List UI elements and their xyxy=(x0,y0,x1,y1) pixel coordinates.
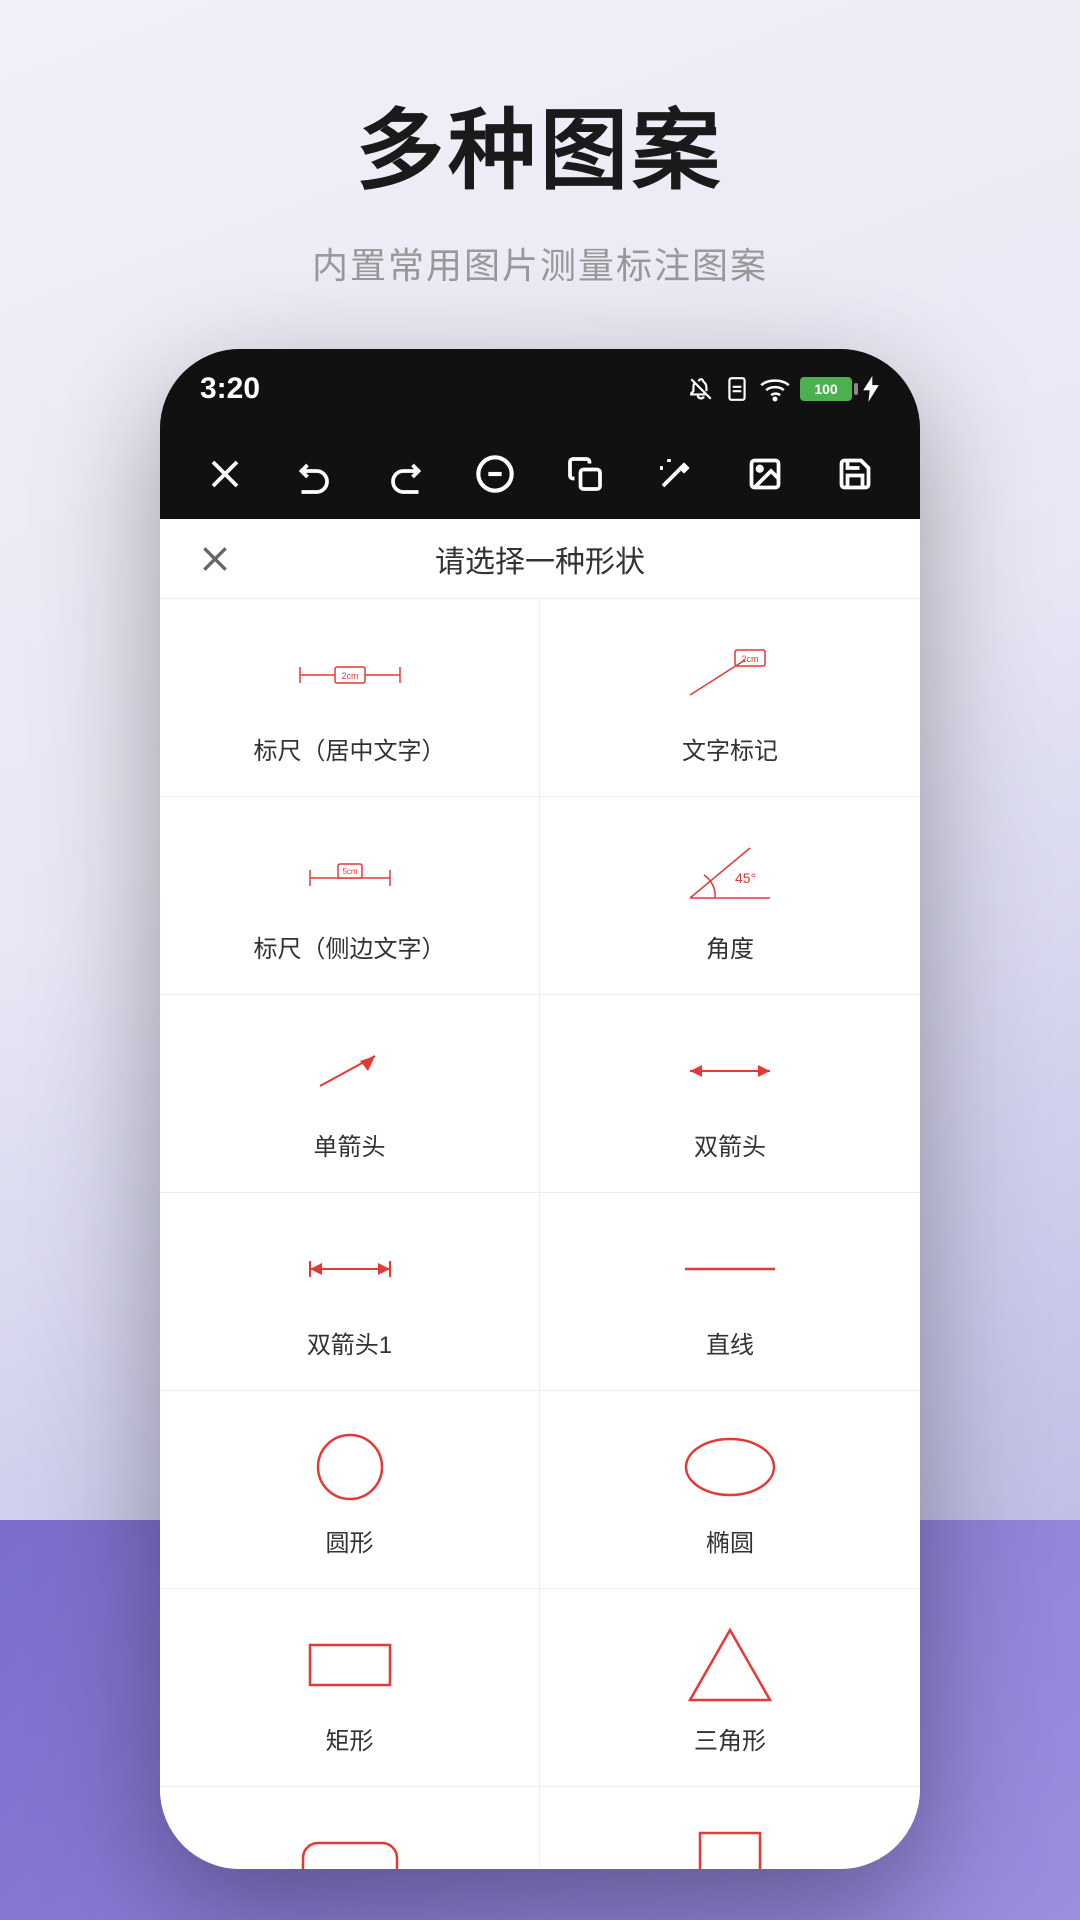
line-icon xyxy=(670,1229,790,1309)
shape-label-line: 直线 xyxy=(706,1325,754,1360)
rectangle-icon xyxy=(300,1625,400,1705)
triangle-icon xyxy=(685,1625,775,1705)
shape-label-ellipse: 椭圆 xyxy=(706,1523,754,1558)
shape-label-double-arrow: 双箭头 xyxy=(694,1127,766,1162)
shape-label-rectangle: 矩形 xyxy=(326,1721,374,1756)
angle-icon: 45° xyxy=(680,833,780,913)
single-arrow-icon xyxy=(300,1031,400,1111)
modal-close-button[interactable] xyxy=(190,534,240,584)
shape-item-triangle[interactable]: 三角形 xyxy=(540,1589,920,1787)
shape-label-ruler-center: 标尺（居中文字） xyxy=(254,731,446,766)
svg-text:45°: 45° xyxy=(735,870,756,886)
square-icon xyxy=(695,1823,765,1869)
modal-header: 请选择一种形状 xyxy=(160,519,920,599)
rounded-rect-icon xyxy=(295,1823,405,1869)
double-arrow-1-icon xyxy=(290,1229,410,1309)
shape-grid: 2cm 标尺（居中文字） 2cm 文字标记 xyxy=(160,599,920,1869)
shape-label-angle: 角度 xyxy=(706,929,754,964)
shape-label-circle: 圆形 xyxy=(326,1523,374,1558)
svg-text:2cm: 2cm xyxy=(341,671,358,681)
battery-icon: 100 xyxy=(800,377,852,401)
redo-icon[interactable] xyxy=(379,448,431,500)
shape-label-double-arrow-1: 双箭头1 xyxy=(307,1325,392,1360)
toolbar xyxy=(160,429,920,519)
page-subtitle: 内置常用图片测量标注图案 xyxy=(312,237,768,289)
shape-item-ruler-center[interactable]: 2cm 标尺（居中文字） xyxy=(160,599,540,797)
shape-item-rounded-rect[interactable]: 圆角矩形 xyxy=(160,1787,540,1869)
page-title-area: 多种图案 内置常用图片测量标注图案 xyxy=(312,80,768,289)
undo-icon[interactable] xyxy=(289,448,341,500)
close-toolbar-icon[interactable] xyxy=(199,448,251,500)
modal-sheet: 请选择一种形状 2cm 标尺（居中文字） xyxy=(160,519,920,1869)
double-arrow-icon xyxy=(670,1031,790,1111)
shape-item-line[interactable]: 直线 xyxy=(540,1193,920,1391)
shape-label-ruler-side: 标尺（侧边文字） xyxy=(254,929,446,964)
shape-label-text-mark: 文字标记 xyxy=(682,731,778,766)
ruler-side-icon: 5cm xyxy=(290,833,410,913)
status-time: 3:20 xyxy=(200,372,260,406)
shape-item-double-arrow[interactable]: 双箭头 xyxy=(540,995,920,1193)
ruler-center-icon: 2cm xyxy=(290,635,410,715)
bell-slash-icon xyxy=(688,376,714,402)
image-icon[interactable] xyxy=(739,448,791,500)
phone-content: 请选择一种形状 2cm 标尺（居中文字） xyxy=(160,519,920,1869)
shape-label-triangle: 三角形 xyxy=(694,1721,766,1756)
charging-icon xyxy=(862,376,880,402)
shape-item-text-mark[interactable]: 2cm 文字标记 xyxy=(540,599,920,797)
svg-text:2cm: 2cm xyxy=(741,654,758,664)
shape-item-angle[interactable]: 45° 角度 xyxy=(540,797,920,995)
shape-item-double-arrow-1[interactable]: 双箭头1 xyxy=(160,1193,540,1391)
sim-icon xyxy=(724,376,750,402)
shape-item-ruler-side[interactable]: 5cm 标尺（侧边文字） xyxy=(160,797,540,995)
modal-title: 请选择一种形状 xyxy=(435,537,645,581)
save-icon[interactable] xyxy=(829,448,881,500)
shape-item-circle[interactable]: 圆形 xyxy=(160,1391,540,1589)
shape-item-ellipse[interactable]: 椭圆 xyxy=(540,1391,920,1589)
status-bar: 3:20 100 xyxy=(160,349,920,429)
shape-item-single-arrow[interactable]: 单箭头 xyxy=(160,995,540,1193)
shape-item-rectangle[interactable]: 矩形 xyxy=(160,1589,540,1787)
status-icons: 100 xyxy=(688,376,880,402)
copy-icon[interactable] xyxy=(559,448,611,500)
svg-text:5cm: 5cm xyxy=(342,867,357,876)
shape-item-square[interactable]: 正方形 xyxy=(540,1787,920,1869)
text-mark-icon: 2cm xyxy=(670,635,790,715)
page-main-title: 多种图案 xyxy=(312,80,768,207)
magic-wand-icon[interactable] xyxy=(649,448,701,500)
minus-circle-icon[interactable] xyxy=(469,448,521,500)
wifi-icon xyxy=(760,376,790,402)
circle-icon xyxy=(310,1427,390,1507)
ellipse-icon xyxy=(680,1427,780,1507)
phone-mockup: 3:20 100 xyxy=(160,349,920,1869)
shape-label-single-arrow: 单箭头 xyxy=(314,1127,386,1162)
